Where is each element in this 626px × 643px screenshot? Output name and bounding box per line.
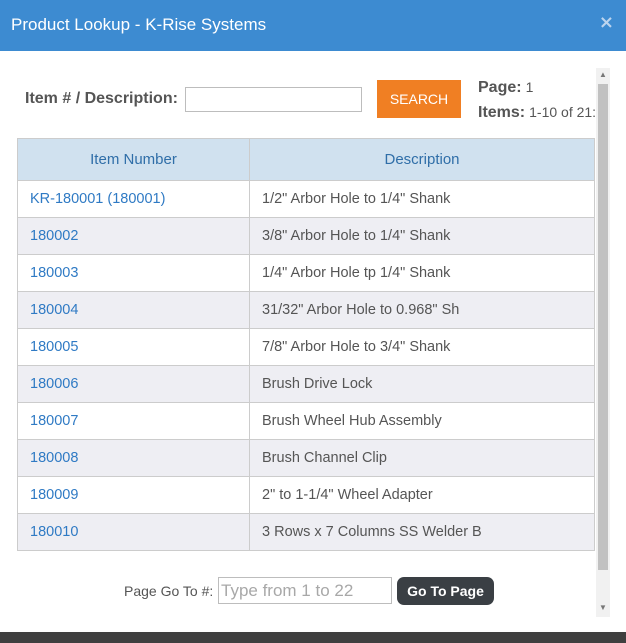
- item-number-cell: 180002: [17, 217, 250, 255]
- item-number-cell: 180005: [17, 328, 250, 366]
- scroll-up-arrow-icon[interactable]: ▲: [598, 70, 608, 80]
- goto-page-label: Page Go To #:: [124, 583, 214, 599]
- item-number-cell: 180009: [17, 476, 250, 514]
- item-number-cell: 180007: [17, 402, 250, 440]
- item-number-link[interactable]: 180010: [30, 524, 78, 540]
- table-row[interactable]: 180009 2" to 1-1/4" Wheel Adapter: [17, 476, 595, 514]
- table-row[interactable]: 180007 Brush Wheel Hub Assembly: [17, 402, 595, 440]
- item-number-cell: 180010: [17, 513, 250, 551]
- goto-page-button[interactable]: Go To Page: [397, 577, 494, 605]
- scrollbar-thumb[interactable]: [598, 84, 608, 570]
- item-number-link[interactable]: 180004: [30, 302, 78, 318]
- table-row[interactable]: 180008 Brush Channel Clip: [17, 439, 595, 477]
- item-number-link[interactable]: KR-180001 (180001): [30, 191, 165, 207]
- table-row[interactable]: KR-180001 (180001) 1/2" Arbor Hole to 1/…: [17, 180, 595, 218]
- results-table-container: Item Number Description KR-180001 (18000…: [17, 138, 595, 551]
- scroll-down-arrow-icon[interactable]: ▼: [598, 603, 608, 613]
- description-cell: 1/4" Arbor Hole tp 1/4" Shank: [249, 254, 595, 292]
- goto-page-input[interactable]: [218, 577, 392, 604]
- description-cell: 3 Rows x 7 Columns SS Welder B: [249, 513, 595, 551]
- items-value: 1-10 of 21:: [529, 104, 596, 120]
- page-label: Page:: [478, 79, 522, 96]
- table-row[interactable]: 180010 3 Rows x 7 Columns SS Welder B: [17, 513, 595, 551]
- item-number-cell: 180004: [17, 291, 250, 329]
- column-header-description[interactable]: Description: [249, 138, 595, 181]
- search-input[interactable]: [185, 87, 362, 112]
- description-cell: 31/32" Arbor Hole to 0.968" Sh: [249, 291, 595, 329]
- item-number-link[interactable]: 180005: [30, 339, 78, 355]
- item-number-link[interactable]: 180003: [30, 265, 78, 281]
- table-row[interactable]: 180006 Brush Drive Lock: [17, 365, 595, 403]
- close-icon[interactable]: ×: [599, 13, 614, 33]
- item-number-cell: 180006: [17, 365, 250, 403]
- item-number-cell: KR-180001 (180001): [17, 180, 250, 218]
- results-table: Item Number Description KR-180001 (18000…: [17, 138, 595, 551]
- description-cell: 2" to 1-1/4" Wheel Adapter: [249, 476, 595, 514]
- description-cell: Brush Channel Clip: [249, 439, 595, 477]
- table-row[interactable]: 180002 3/8" Arbor Hole to 1/4" Shank: [17, 217, 595, 255]
- page-value: 1: [525, 79, 534, 95]
- table-row[interactable]: 180003 1/4" Arbor Hole tp 1/4" Shank: [17, 254, 595, 292]
- backdrop: [0, 632, 626, 643]
- item-number-cell: 180003: [17, 254, 250, 292]
- table-row[interactable]: 180004 31/32" Arbor Hole to 0.968" Sh: [17, 291, 595, 329]
- search-button[interactable]: SEARCH: [377, 80, 461, 118]
- description-cell: Brush Wheel Hub Assembly: [249, 402, 595, 440]
- item-number-cell: 180008: [17, 439, 250, 477]
- description-cell: 3/8" Arbor Hole to 1/4" Shank: [249, 217, 595, 255]
- description-cell: 1/2" Arbor Hole to 1/4" Shank: [249, 180, 595, 218]
- search-label: Item # / Description:: [25, 90, 178, 107]
- dialog-title: Product Lookup - K-Rise Systems: [11, 15, 267, 34]
- item-number-link[interactable]: 180008: [30, 450, 78, 466]
- item-number-link[interactable]: 180006: [30, 376, 78, 392]
- column-header-item-number[interactable]: Item Number: [17, 138, 250, 181]
- table-header-row: Item Number Description: [17, 138, 595, 181]
- table-row[interactable]: 180005 7/8" Arbor Hole to 3/4" Shank: [17, 328, 595, 366]
- product-lookup-dialog: Product Lookup - K-Rise Systems × Item #…: [0, 0, 626, 632]
- description-cell: 7/8" Arbor Hole to 3/4" Shank: [249, 328, 595, 366]
- item-number-link[interactable]: 180007: [30, 413, 78, 429]
- description-cell: Brush Drive Lock: [249, 365, 595, 403]
- paging-info: Page: 1 Items: 1-10 of 21:: [478, 79, 596, 129]
- items-label: Items:: [478, 104, 526, 121]
- vertical-scrollbar[interactable]: ▲ ▼: [596, 68, 610, 617]
- dialog-header: Product Lookup - K-Rise Systems ×: [0, 0, 626, 51]
- item-number-link[interactable]: 180009: [30, 487, 78, 503]
- item-number-link[interactable]: 180002: [30, 228, 78, 244]
